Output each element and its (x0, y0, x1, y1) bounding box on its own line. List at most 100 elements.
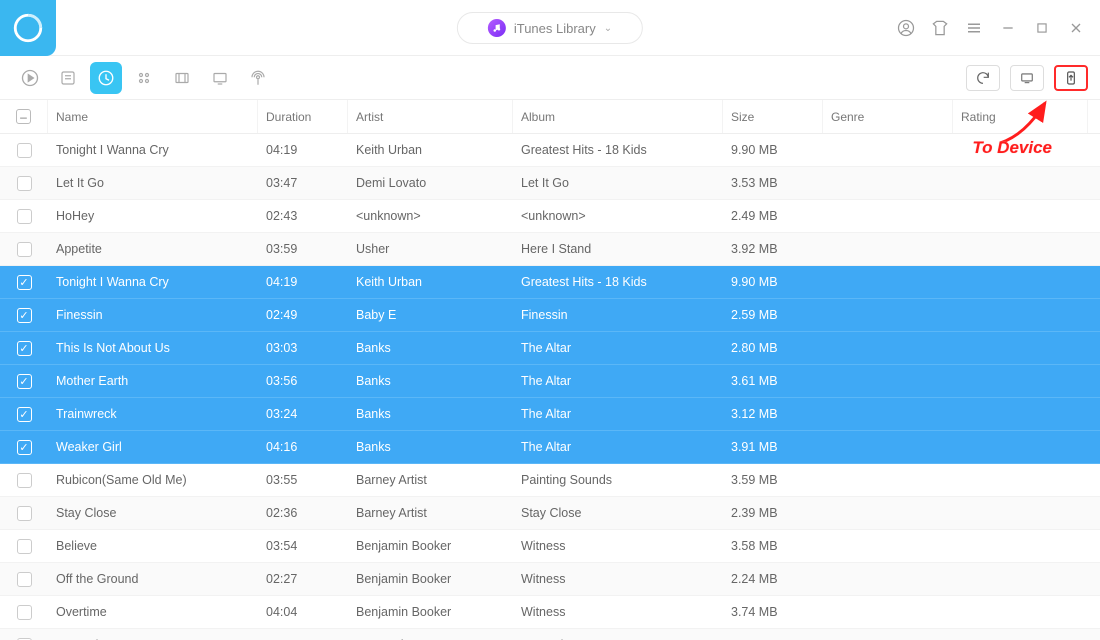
table-row[interactable]: Trainwreck03:24BanksThe Altar3.12 MB (0, 398, 1100, 431)
cell-duration: 03:59 (258, 242, 348, 256)
cell-artist: Usher (348, 242, 513, 256)
row-checkbox[interactable] (17, 473, 32, 488)
select-all-checkbox[interactable]: – (16, 109, 31, 124)
account-icon[interactable] (894, 16, 918, 40)
cell-album: Witness (513, 605, 723, 619)
cell-size: 3.59 MB (723, 473, 823, 487)
cell-size: 9.90 MB (723, 143, 823, 157)
cell-name: Off the Ground (48, 572, 258, 586)
table-row[interactable]: Formation03:26BeyoncéFormation3.15 MB (0, 629, 1100, 640)
cell-album: The Altar (513, 374, 723, 388)
col-album[interactable]: Album (513, 100, 723, 133)
to-computer-button[interactable] (1010, 65, 1044, 91)
cell-album: The Altar (513, 440, 723, 454)
row-checkbox[interactable] (17, 539, 32, 554)
cell-album: Witness (513, 539, 723, 553)
toolbar (0, 56, 1100, 100)
refresh-button[interactable] (966, 65, 1000, 91)
play-button[interactable] (14, 62, 46, 94)
chevron-down-icon: ⌄ (604, 23, 612, 34)
music-tab[interactable] (90, 62, 122, 94)
table-row[interactable]: Stay Close02:36Barney ArtistStay Close2.… (0, 497, 1100, 530)
cell-album: Painting Sounds (513, 473, 723, 487)
cell-duration: 03:47 (258, 176, 348, 190)
row-checkbox[interactable] (17, 242, 32, 257)
maximize-button[interactable] (1030, 16, 1054, 40)
cell-duration: 02:36 (258, 506, 348, 520)
title-bar: iTunes Library ⌄ (0, 0, 1100, 56)
col-genre[interactable]: Genre (823, 100, 953, 133)
cell-artist: Benjamin Booker (348, 572, 513, 586)
cell-name: Overtime (48, 605, 258, 619)
row-checkbox[interactable] (17, 143, 32, 158)
skin-icon[interactable] (928, 16, 952, 40)
table-row[interactable]: Let It Go03:47Demi LovatoLet It Go3.53 M… (0, 167, 1100, 200)
window-controls (894, 16, 1088, 40)
cell-duration: 03:24 (258, 407, 348, 421)
table-row[interactable]: HoHey02:43<unknown><unknown>2.49 MB (0, 200, 1100, 233)
table-row[interactable]: Mother Earth03:56BanksThe Altar3.61 MB (0, 365, 1100, 398)
minimize-button[interactable] (996, 16, 1020, 40)
row-checkbox[interactable] (17, 374, 32, 389)
cell-size: 3.12 MB (723, 407, 823, 421)
cell-name: Believe (48, 539, 258, 553)
cell-name: Finessin (48, 308, 258, 322)
tvshows-tab[interactable] (204, 62, 236, 94)
table-row[interactable]: Off the Ground02:27Benjamin BookerWitnes… (0, 563, 1100, 596)
cell-album: The Altar (513, 341, 723, 355)
cell-album: The Altar (513, 407, 723, 421)
cell-album: Greatest Hits - 18 Kids (513, 275, 723, 289)
row-checkbox[interactable] (17, 341, 32, 356)
library-dropdown[interactable]: iTunes Library ⌄ (457, 12, 643, 44)
cell-artist: Banks (348, 374, 513, 388)
row-checkbox[interactable] (17, 506, 32, 521)
row-checkbox[interactable] (17, 440, 32, 455)
apps-tab[interactable] (128, 62, 160, 94)
table-row[interactable]: Tonight I Wanna Cry04:19Keith UrbanGreat… (0, 134, 1100, 167)
table-header: – Name Duration Artist Album Size Genre … (0, 100, 1100, 134)
menu-icon[interactable] (962, 16, 986, 40)
cell-duration: 02:49 (258, 308, 348, 322)
cell-artist: Keith Urban (348, 275, 513, 289)
cell-album: Witness (513, 572, 723, 586)
table-row[interactable]: Rubicon(Same Old Me)03:55Barney ArtistPa… (0, 464, 1100, 497)
cell-name: Mother Earth (48, 374, 258, 388)
table-row[interactable]: Appetite03:59UsherHere I Stand3.92 MB (0, 233, 1100, 266)
song-table[interactable]: – Name Duration Artist Album Size Genre … (0, 100, 1100, 640)
app-logo (0, 0, 56, 56)
cell-size: 9.90 MB (723, 275, 823, 289)
cell-artist: Banks (348, 341, 513, 355)
table-row[interactable]: Overtime04:04Benjamin BookerWitness3.74 … (0, 596, 1100, 629)
table-row[interactable]: Finessin02:49Baby EFinessin2.59 MB (0, 299, 1100, 332)
to-device-button[interactable] (1054, 65, 1088, 91)
row-checkbox[interactable] (17, 407, 32, 422)
podcast-tab[interactable] (242, 62, 274, 94)
cell-duration: 04:19 (258, 275, 348, 289)
cell-size: 2.59 MB (723, 308, 823, 322)
table-row[interactable]: Weaker Girl04:16BanksThe Altar3.91 MB (0, 431, 1100, 464)
col-name[interactable]: Name (48, 100, 258, 133)
col-duration[interactable]: Duration (258, 100, 348, 133)
table-row[interactable]: Believe03:54Benjamin BookerWitness3.58 M… (0, 530, 1100, 563)
playlist-tab[interactable] (52, 62, 84, 94)
row-checkbox[interactable] (17, 308, 32, 323)
close-button[interactable] (1064, 16, 1088, 40)
cell-size: 3.53 MB (723, 176, 823, 190)
movies-tab[interactable] (166, 62, 198, 94)
cell-duration: 03:55 (258, 473, 348, 487)
col-rating[interactable]: Rating (953, 100, 1088, 133)
row-checkbox[interactable] (17, 605, 32, 620)
cell-name: Weaker Girl (48, 440, 258, 454)
col-size[interactable]: Size (723, 100, 823, 133)
table-row[interactable]: This Is Not About Us03:03BanksThe Altar2… (0, 332, 1100, 365)
cell-name: Let It Go (48, 176, 258, 190)
row-checkbox[interactable] (17, 572, 32, 587)
table-row[interactable]: Tonight I Wanna Cry04:19Keith UrbanGreat… (0, 266, 1100, 299)
row-checkbox[interactable] (17, 209, 32, 224)
cell-duration: 04:04 (258, 605, 348, 619)
row-checkbox[interactable] (17, 275, 32, 290)
col-artist[interactable]: Artist (348, 100, 513, 133)
row-checkbox[interactable] (17, 176, 32, 191)
cell-artist: Barney Artist (348, 473, 513, 487)
cell-name: Rubicon(Same Old Me) (48, 473, 258, 487)
